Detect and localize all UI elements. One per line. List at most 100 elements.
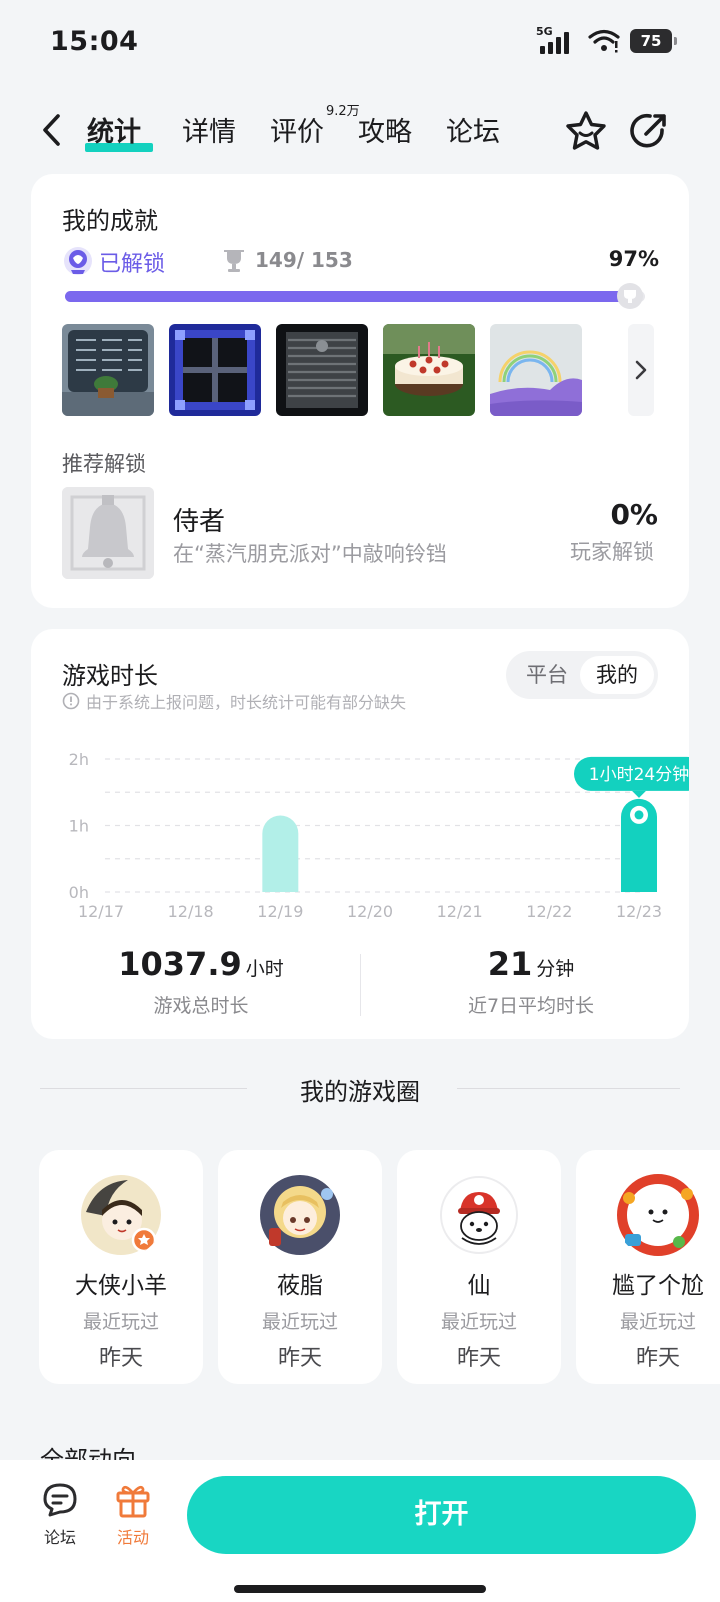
chart-x-tick-label: 12/17 — [78, 902, 124, 921]
recommended-achievement-image[interactable] — [62, 487, 154, 579]
forum-chat-icon — [43, 1483, 77, 1517]
achievement-progress-fill — [65, 291, 628, 302]
achievement-thumb-vent-window-plant-icon[interactable] — [62, 324, 154, 416]
bell-icon — [62, 487, 154, 579]
bottom-forum-label: 论坛 — [43, 1528, 76, 1547]
average-playtime-stat: 21 分钟 近7日平均时长 — [421, 945, 641, 1018]
playtime-note: 由于系统上报问题，时长统计可能有部分缺失 — [62, 689, 406, 713]
unlocked-label: 已解锁 — [99, 252, 166, 277]
achievement-thumb-blue-frame-icon[interactable] — [169, 324, 261, 416]
circle-member-name: 大侠小羊 — [75, 1273, 167, 1299]
playtime-card: 游戏时长 平台 我的 由于系统上报问题，时长统计可能有部分缺失 0h 1h 2h 12… — [31, 629, 689, 1039]
stat-divider — [360, 954, 361, 1016]
chart-tooltip-text: 1小时24分钟 — [589, 765, 689, 785]
unlock-percent: 97% — [608, 247, 659, 271]
achievements-title: 我的成就 — [62, 207, 158, 235]
gift-icon — [116, 1485, 150, 1518]
circle-member-card[interactable]: 尴了个尬 最近玩过 昨天 — [576, 1150, 720, 1384]
playtime-note-text: 由于系统上报问题，时长统计可能有部分缺失 — [86, 693, 407, 712]
wifi-icon — [588, 29, 620, 53]
recommended-unlock-label: 推荐解锁 — [62, 452, 146, 476]
chart-y-tick-label: 0h — [69, 883, 89, 902]
blonde-girl-avatar-icon — [257, 1172, 343, 1258]
tab-guides[interactable]: 攻略 — [358, 110, 412, 149]
circle-member-card[interactable]: 仙 最近玩过 昨天 — [397, 1150, 561, 1384]
circle-member-recent-label: 最近玩过 — [82, 1311, 159, 1333]
unlocked-count: 149/ 153 — [255, 248, 353, 272]
total-playtime-label: 游戏总时长 — [153, 995, 249, 1017]
favorite-star-icon[interactable] — [563, 108, 609, 154]
achievement-thumb-birthday-cake-icon[interactable] — [383, 324, 475, 416]
tab-forum[interactable]: 论坛 — [446, 110, 500, 149]
playtime-title: 游戏时长 — [62, 662, 158, 690]
circle-member-last-played: 昨天 — [456, 1346, 501, 1371]
toggle-mine[interactable]: 我的 — [580, 656, 654, 694]
average-playtime-unit: 分钟 — [536, 958, 575, 980]
chart-x-tick-label: 12/22 — [526, 902, 572, 921]
tab-reviews[interactable]: 评价 — [270, 110, 324, 149]
review-count-badge: 9.2万 — [326, 104, 360, 119]
circle-member-last-played: 昨天 — [98, 1346, 143, 1371]
circle-member-name: 莜脂 — [277, 1273, 323, 1299]
status-time: 15:04 — [50, 26, 139, 57]
chart-y-tick-label: 2h — [69, 750, 89, 769]
cellular-signal-icon: 5G — [536, 25, 578, 54]
circle-member-card[interactable]: 莜脂 最近玩过 昨天 — [218, 1150, 382, 1384]
chart-x-tick-label: 12/19 — [257, 902, 303, 921]
chart-tooltip-pointer — [632, 790, 646, 798]
recommended-unlock-percent: 0% — [610, 498, 658, 531]
share-icon[interactable] — [626, 108, 672, 154]
bottom-action-bar: 论坛 活动 打开 — [0, 1460, 720, 1602]
battery-level: 75 — [640, 32, 662, 50]
trophy-icon — [224, 250, 244, 272]
chevron-right-icon — [635, 360, 647, 380]
toggle-platform[interactable]: 平台 — [512, 656, 582, 694]
playtime-chart: 0h 1h 2h 12/17 12/18 12/19 12/20 12/21 12/22 12/2… — [69, 750, 689, 921]
home-indicator — [234, 1585, 486, 1593]
achievement-thumb-rainbow-scene-icon[interactable] — [490, 324, 582, 416]
circle-member-recent-label: 最近玩过 — [261, 1311, 338, 1333]
total-playtime-value: 1037.9 — [118, 945, 242, 983]
thumbnails-more-button[interactable] — [628, 324, 654, 416]
average-playtime-label: 近7日平均时长 — [467, 995, 595, 1017]
recommended-achievement-description: 在“蒸汽朋克派对”中敲响铃铛 — [173, 542, 447, 566]
recommended-unlock-percent-label: 玩家解锁 — [570, 540, 654, 564]
chart-x-tick-label: 12/21 — [437, 902, 483, 921]
trophy-end-icon — [617, 283, 643, 309]
status-icons: 5G 75 — [536, 25, 677, 54]
achievement-thumb-dark-shutter-icon[interactable] — [276, 324, 368, 416]
circle-member-last-played: 昨天 — [635, 1346, 680, 1371]
total-playtime-unit: 小时 — [245, 958, 284, 980]
info-icon — [62, 692, 80, 710]
chibi-ink-avatar-icon — [78, 1172, 164, 1258]
unlock-summary[interactable]: 已解锁 149/ 153 97% — [63, 244, 659, 278]
status-bar: 15:04 5G 75 — [0, 0, 720, 88]
circle-member-name: 尴了个尬 — [612, 1273, 704, 1299]
tab-details[interactable]: 详情 — [182, 110, 236, 149]
chart-y-tick-label: 1h — [69, 817, 89, 836]
average-playtime-value: 21 — [487, 945, 533, 983]
back-arrow-icon[interactable] — [36, 108, 68, 152]
open-game-button[interactable]: 打开 — [187, 1476, 696, 1554]
festive-ring-avatar-icon — [615, 1172, 701, 1258]
playtime-scope-toggle: 平台 我的 — [506, 651, 658, 699]
bottom-forum-button[interactable]: 论坛 — [30, 1480, 90, 1548]
achievement-thumbnails — [62, 324, 654, 416]
tab-stats[interactable]: 统计 — [87, 110, 141, 149]
game-circle-header: 我的游戏圈 — [40, 1068, 680, 1108]
game-circle-title: 我的游戏圈 — [300, 1078, 420, 1106]
chart-bar-marker-dot — [634, 810, 644, 820]
chart-bar — [262, 815, 299, 892]
bottom-activity-button[interactable]: 活动 — [103, 1480, 163, 1548]
circle-member-card[interactable]: 大侠小羊 最近玩过 昨天 — [39, 1150, 203, 1384]
achievements-card: 我的成就 已解锁 149/ 153 97% 推荐解锁 侍者 在“蒸汽朋克派对”中… — [31, 174, 689, 608]
achievement-badge-icon — [64, 247, 92, 275]
circle-member-name: 仙 — [467, 1273, 491, 1299]
bottom-activity-label: 活动 — [116, 1528, 149, 1547]
top-nav: 统计 详情 评价 9.2万 攻略 论坛 — [0, 100, 720, 160]
circle-member-recent-label: 最近玩过 — [619, 1311, 696, 1333]
chart-x-tick-label: 12/23 — [616, 902, 662, 921]
chart-x-tick-label: 12/20 — [347, 902, 393, 921]
total-playtime-stat: 1037.9 小时 游戏总时长 — [101, 945, 301, 1018]
recommended-achievement-name: 侍者 — [173, 507, 226, 537]
